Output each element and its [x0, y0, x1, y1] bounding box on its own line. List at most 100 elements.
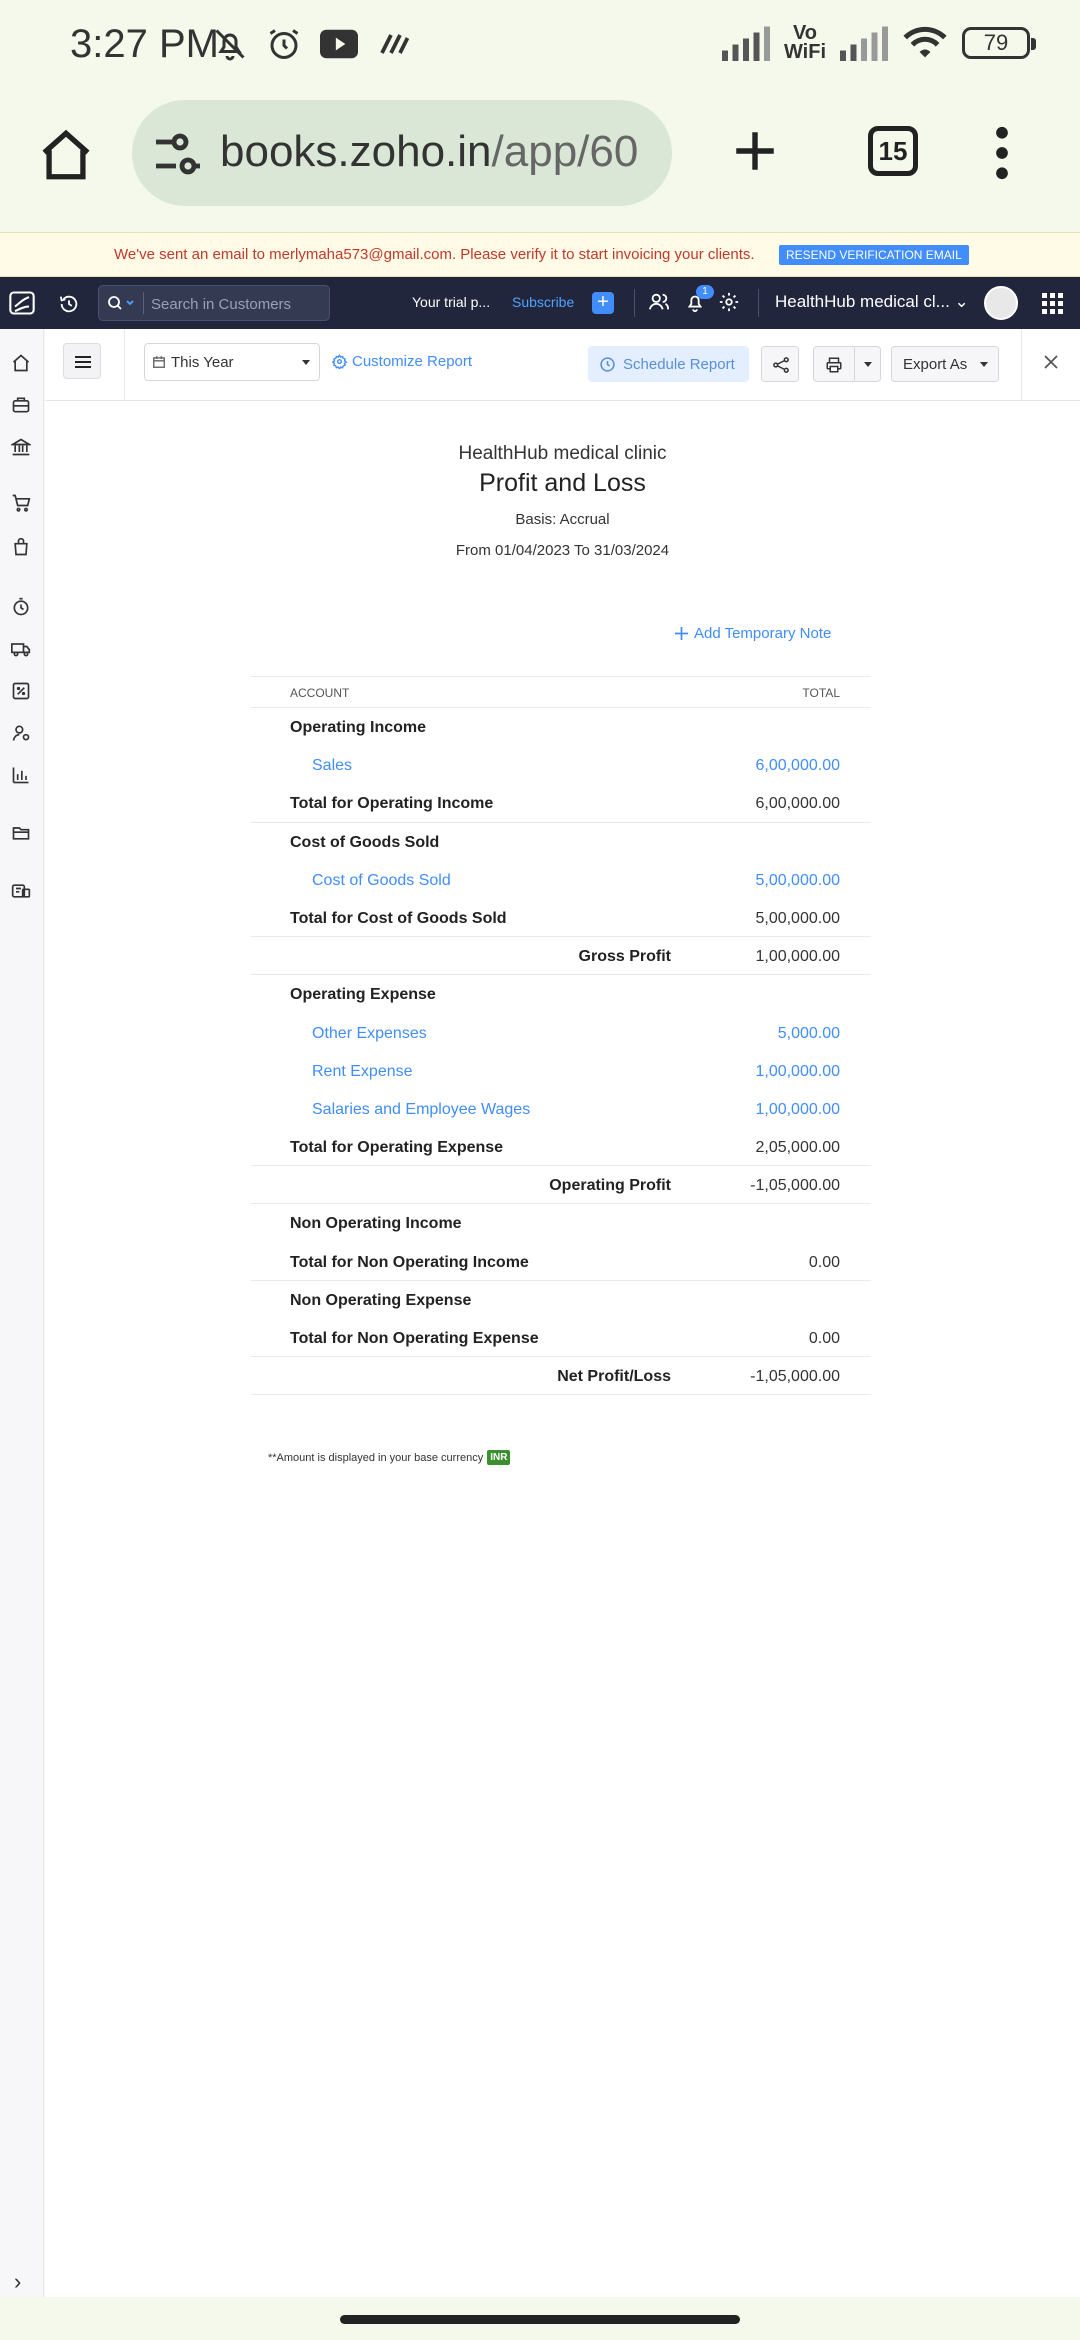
- row-label: Total for Non Operating Income: [290, 1253, 529, 1271]
- row-label: Non Operating Expense: [290, 1291, 472, 1309]
- row-amount: -1,05,000.00: [750, 1177, 840, 1195]
- total-row: Total for Non Operating Expense 0.00: [251, 1319, 871, 1358]
- avatar[interactable]: [984, 286, 1018, 320]
- print-button[interactable]: [813, 346, 881, 382]
- export-as-button[interactable]: Export As: [891, 346, 999, 382]
- net-profit-row: Net Profit/Loss -1,05,000.00: [251, 1357, 871, 1396]
- chevron-down-icon[interactable]: [864, 362, 872, 367]
- row-amount: -1,05,000.00: [750, 1368, 840, 1386]
- items-nav-icon[interactable]: [11, 395, 31, 415]
- users-icon[interactable]: [648, 291, 670, 313]
- search-placeholder[interactable]: Search in Customers: [151, 296, 291, 313]
- column-header-total: TOTAL: [802, 686, 840, 700]
- schedule-report-label[interactable]: Schedule Report: [623, 356, 735, 373]
- accountant-nav-icon[interactable]: [11, 723, 31, 743]
- settings-gear-icon[interactable]: [718, 291, 740, 313]
- new-tab-icon[interactable]: [730, 126, 780, 176]
- chevron-down-icon[interactable]: [980, 362, 988, 367]
- tab-switcher-button[interactable]: 15: [868, 126, 918, 176]
- plus-icon[interactable]: [675, 627, 688, 640]
- resend-verification-button[interactable]: RESEND VERIFICATION EMAIL: [779, 245, 969, 265]
- url-bar[interactable]: books.zoho.in/app/60: [132, 100, 672, 206]
- zoho-books-logo[interactable]: [8, 290, 36, 316]
- app-grid-icon[interactable]: [1042, 293, 1064, 315]
- add-temporary-note-link[interactable]: Add Temporary Note: [675, 625, 831, 642]
- sidebar-expand-icon[interactable]: ›: [14, 2269, 21, 2295]
- verification-banner: We've sent an email to merlymaha573@gmai…: [0, 232, 1080, 277]
- report-menu-button[interactable]: [63, 343, 101, 379]
- amount-link[interactable]: 6,00,000.00: [755, 757, 840, 775]
- row-amount: 0.00: [808, 1253, 840, 1271]
- customize-report-link[interactable]: Customize Report: [332, 353, 472, 370]
- amount-link[interactable]: 1,00,000.00: [755, 1101, 840, 1119]
- amount-link[interactable]: 5,000.00: [778, 1025, 840, 1043]
- currency-badge: INR: [487, 1450, 511, 1465]
- row-amount: 5,00,000.00: [755, 909, 840, 927]
- url-text[interactable]: books.zoho.in/app/60: [220, 127, 660, 177]
- trial-status[interactable]: Your trial p...: [412, 294, 490, 310]
- search-divider: [143, 292, 144, 314]
- export-as-label[interactable]: Export As: [903, 356, 967, 373]
- share-icon[interactable]: [772, 356, 790, 374]
- period-select[interactable]: This Year: [144, 343, 320, 381]
- account-link[interactable]: Sales: [312, 757, 352, 775]
- table-row[interactable]: Other Expenses 5,000.00: [251, 1014, 871, 1052]
- schedule-report-button[interactable]: Schedule Report: [588, 346, 749, 382]
- table-row[interactable]: Sales 6,00,000.00: [251, 746, 871, 784]
- table-header: ACCOUNT TOTAL: [251, 676, 871, 708]
- add-temporary-note-label[interactable]: Add Temporary Note: [694, 625, 831, 642]
- printer-icon[interactable]: [825, 356, 843, 374]
- toolbar-divider: [124, 329, 125, 401]
- amount-link[interactable]: 1,00,000.00: [755, 1063, 840, 1081]
- period-label[interactable]: This Year: [171, 354, 234, 371]
- home-nav-icon[interactable]: [11, 353, 31, 373]
- gesture-handle[interactable]: [340, 2315, 740, 2324]
- amount-link[interactable]: 5,00,000.00: [755, 872, 840, 890]
- search-input[interactable]: Search in Customers: [98, 285, 330, 321]
- table-row[interactable]: Cost of Goods Sold 5,00,000.00: [251, 861, 871, 899]
- table-row[interactable]: Rent Expense 1,00,000.00: [251, 1052, 871, 1090]
- close-icon[interactable]: [1043, 354, 1059, 370]
- payroll-nav-icon[interactable]: [11, 881, 31, 901]
- subscribe-link[interactable]: Subscribe: [512, 294, 574, 310]
- currency-footnote: **Amount is displayed in your base curre…: [268, 1450, 511, 1465]
- organization-switcher[interactable]: HealthHub medical cl... ⌄: [775, 292, 969, 312]
- quick-create-button[interactable]: +: [592, 292, 614, 314]
- system-navigation: [0, 2297, 1080, 2340]
- share-button[interactable]: [761, 346, 799, 382]
- eway-bills-nav-icon[interactable]: [11, 639, 31, 659]
- section-heading: Operating Expense: [251, 975, 871, 1013]
- banking-nav-icon[interactable]: [11, 437, 31, 457]
- section-heading: Operating Income: [251, 708, 871, 746]
- row-label: Total for Operating Expense: [290, 1139, 504, 1157]
- time-tracking-nav-icon[interactable]: [11, 597, 31, 617]
- gst-filing-nav-icon[interactable]: [11, 681, 31, 701]
- more-options-icon[interactable]: [995, 126, 1009, 180]
- account-link[interactable]: Salaries and Employee Wages: [312, 1101, 530, 1119]
- account-link[interactable]: Other Expenses: [312, 1025, 427, 1043]
- reports-nav-icon[interactable]: [11, 765, 31, 785]
- sales-cart-nav-icon[interactable]: [11, 493, 31, 513]
- chevron-down-icon[interactable]: [302, 360, 310, 365]
- row-amount: 6,00,000.00: [755, 795, 840, 813]
- report-title: Profit and Loss: [479, 469, 646, 497]
- account-link[interactable]: Cost of Goods Sold: [312, 872, 451, 890]
- purchases-bag-nav-icon[interactable]: [11, 537, 31, 557]
- column-header-account: ACCOUNT: [290, 686, 350, 700]
- hamburger-icon[interactable]: [75, 356, 91, 368]
- recent-history-icon[interactable]: [58, 293, 80, 315]
- search-icon[interactable]: [107, 295, 135, 311]
- account-link[interactable]: Rent Expense: [312, 1063, 413, 1081]
- documents-folder-nav-icon[interactable]: [11, 823, 31, 843]
- operating-profit-row: Operating Profit -1,05,000.00: [251, 1166, 871, 1205]
- gross-profit-row: Gross Profit 1,00,000.00: [251, 937, 871, 976]
- site-settings-icon[interactable]: [152, 130, 204, 178]
- table-row[interactable]: Salaries and Employee Wages 1,00,000.00: [251, 1090, 871, 1128]
- clock-icon[interactable]: [599, 356, 616, 373]
- customize-report-label[interactable]: Customize Report: [352, 353, 472, 370]
- home-icon[interactable]: [36, 126, 96, 184]
- gear-icon[interactable]: [332, 354, 347, 369]
- report-basis: Basis: Accrual: [515, 511, 610, 528]
- print-split-divider: [854, 347, 855, 381]
- header-divider: [634, 289, 635, 317]
